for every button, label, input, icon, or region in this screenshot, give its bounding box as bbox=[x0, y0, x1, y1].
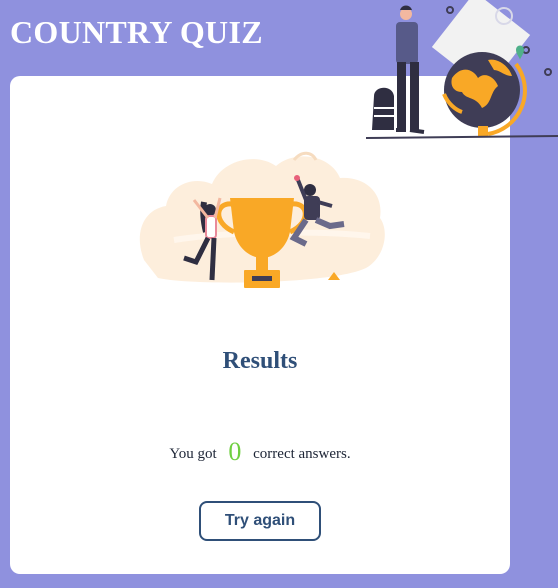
score-value: 0 bbox=[228, 437, 242, 466]
score-summary: You got 0 correct answers. bbox=[10, 437, 510, 467]
try-again-button[interactable]: Try again bbox=[199, 501, 321, 541]
traveler-with-globe-illustration bbox=[366, 0, 558, 139]
winners-trophy-illustration bbox=[139, 151, 385, 288]
app-title: COUNTRY QUIZ bbox=[10, 14, 263, 50]
score-prefix-text: You got bbox=[169, 446, 217, 462]
results-heading: Results bbox=[222, 348, 298, 374]
results-card: Results You got 0 correct answers. Try a… bbox=[10, 76, 510, 574]
score-suffix-text: correct answers. bbox=[253, 446, 351, 462]
